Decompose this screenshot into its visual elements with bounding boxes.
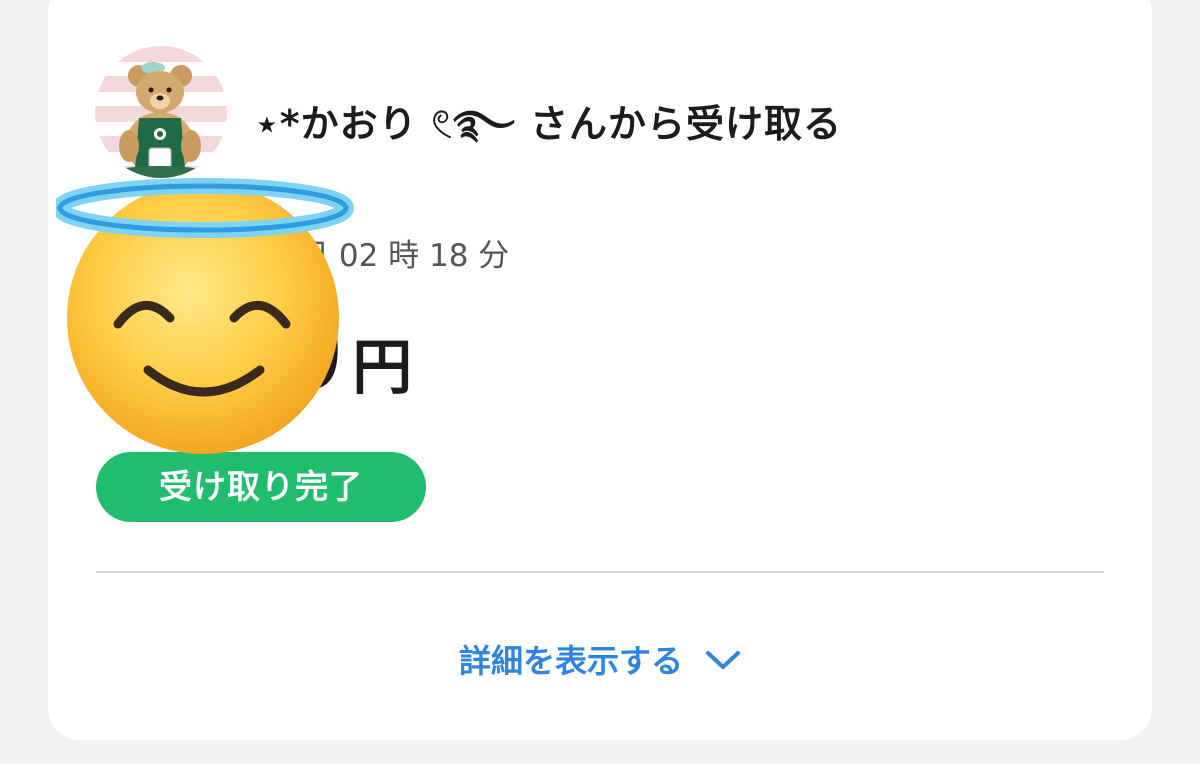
sender-title: ⋆*かおり 𓏲࿐ さんから受け取る [255, 102, 843, 146]
chevron-down-icon [706, 651, 740, 669]
show-details-label: 詳細を表示する [458, 642, 683, 680]
show-details-button[interactable]: 詳細を表示する [0, 636, 1200, 682]
avatar[interactable] [95, 46, 227, 178]
teddy-bear-avatar-image [114, 62, 206, 178]
smiling-face-with-halo-icon [56, 178, 354, 454]
currency-unit: 円 [352, 333, 413, 403]
divider [96, 571, 1104, 573]
